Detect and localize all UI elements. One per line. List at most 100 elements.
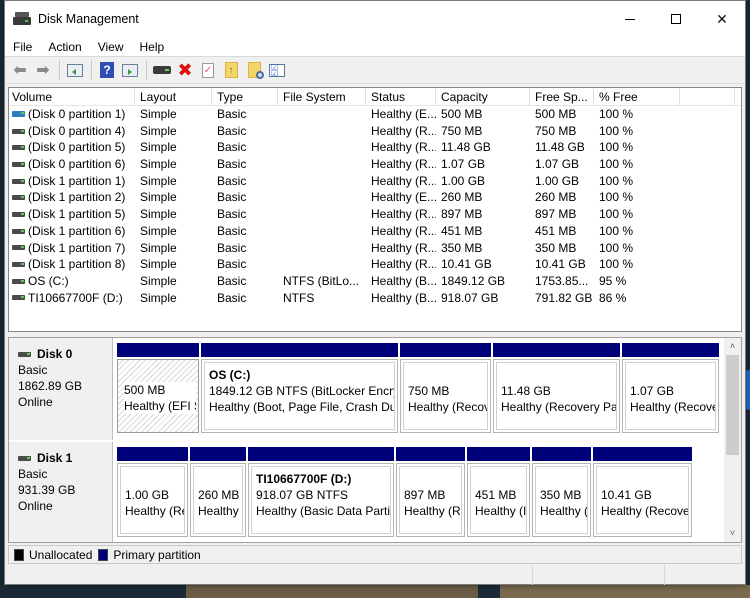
partition-block[interactable]: TI10667700F (D:) 918.07 GB NTFS Healthy … [248, 447, 394, 537]
title-bar: Disk Management ✕ [5, 1, 745, 37]
menu-view[interactable]: View [90, 40, 132, 54]
cell-percent-free: 100 % [599, 190, 634, 205]
cell-percent-free: 100 % [599, 107, 634, 121]
primary-partition-bar [201, 343, 398, 357]
help-button[interactable]: ? [96, 59, 118, 81]
menu-action[interactable]: Action [40, 40, 89, 54]
volume-icon [12, 295, 25, 301]
partition-status: Healthy (Recove [601, 504, 689, 518]
partition-block[interactable]: 1.00 GB Healthy (Re [117, 447, 188, 537]
cell-capacity: 918.07 GB [441, 290, 499, 305]
cell-type: Basic [217, 107, 247, 121]
volume-row[interactable]: (Disk 1 partition 2) Simple Basic Healthy (… [9, 189, 741, 206]
scroll-down-icon[interactable]: ˅ [724, 525, 741, 542]
partition-size: 500 MB [124, 382, 196, 398]
partition-body: 1.07 GB Healthy (Recove [622, 359, 719, 433]
partition-block[interactable]: 1.07 GB Healthy (Recove [622, 343, 719, 433]
show-hide-console-tree-button[interactable] [64, 59, 86, 81]
cell-layout: Simple [140, 240, 177, 255]
column-header-file-system[interactable]: File System [278, 88, 366, 105]
disk-name: Disk 1 [37, 451, 73, 465]
menu-file[interactable]: File [5, 40, 40, 54]
volume-row[interactable]: (Disk 0 partition 4) Simple Basic Healthy (… [9, 123, 741, 140]
volume-row[interactable]: (Disk 0 partition 5) Simple Basic Healthy (… [9, 139, 741, 156]
volume-icon [12, 262, 25, 268]
column-header-free-space[interactable]: Free Sp... [530, 88, 594, 105]
partition-body: 1.00 GB Healthy (Re [117, 463, 188, 537]
cell-capacity: 897 MB [441, 207, 483, 222]
volume-row[interactable]: (Disk 1 partition 6) Simple Basic Healthy (… [9, 223, 741, 240]
partition-block[interactable]: 10.41 GB Healthy (Recove [593, 447, 692, 537]
volume-row[interactable]: OS (C:) Simple Basic NTFS (BitLo... Healthy … [9, 273, 741, 290]
connect-virtual-disk-button[interactable] [151, 59, 173, 81]
volume-row[interactable]: (Disk 1 partition 7) Simple Basic Healthy (… [9, 240, 741, 257]
cell-capacity: 1.07 GB [441, 157, 486, 172]
maximize-icon [671, 14, 681, 24]
primary-partition-bar [493, 343, 620, 357]
minimize-button[interactable] [607, 1, 653, 37]
volume-row[interactable]: TI10667700F (D:) Simple Basic NTFS Healthy (… [9, 290, 741, 307]
cell-file-system: NTFS [283, 290, 315, 305]
cell-capacity: 350 MB [441, 240, 483, 255]
column-header-percent-free[interactable]: % Free [594, 88, 680, 105]
disk-state: Online [18, 395, 53, 409]
volume-row[interactable]: (Disk 0 partition 6) Simple Basic Healthy (… [9, 156, 741, 173]
column-header-status[interactable]: Status [366, 88, 436, 105]
toolbar: ⬅ ➡ ? ✖ ✓ ↑ ☑ ☑ [5, 57, 745, 84]
partition-label: TI10667700F (D:) [256, 472, 352, 486]
menu-help[interactable]: Help [132, 40, 173, 54]
legend-unallocated: Unallocated [29, 547, 93, 562]
partition-block[interactable]: 500 MB Healthy (EFI S [117, 343, 199, 433]
partition-block[interactable]: 11.48 GB Healthy (Recovery Par [493, 343, 620, 433]
folder-up-icon: ↑ [224, 62, 238, 78]
delete-button[interactable]: ✖ [174, 59, 196, 81]
cell-file-system [278, 189, 366, 206]
scrollbar-thumb[interactable] [726, 355, 739, 455]
column-header-type[interactable]: Type [212, 88, 278, 105]
cell-layout: Simple [140, 257, 177, 272]
partition-block[interactable]: 897 MB Healthy (Re [396, 447, 465, 537]
properties-button[interactable]: ✓ [197, 59, 219, 81]
partition-block[interactable]: 350 MB Healthy ( [532, 447, 591, 537]
cell-capacity: 11.48 GB [441, 140, 491, 155]
partition-body: OS (C:) 1849.12 GB NTFS (BitLocker Encry… [201, 359, 398, 433]
settings-list-button[interactable]: ☑ ☑ [266, 59, 288, 81]
scroll-up-icon[interactable]: ˄ [724, 338, 741, 355]
back-button[interactable]: ⬅ [9, 59, 31, 81]
column-header-volume[interactable]: Volume [9, 88, 135, 105]
cell-free-space: 1.07 GB [535, 157, 580, 172]
cell-volume: (Disk 0 partition 1) [9, 106, 135, 123]
disk-row: Disk 1 Basic 931.39 GB Online 1.00 GB He… [9, 442, 723, 542]
cell-file-system: NTFS (BitLo... [283, 273, 360, 288]
maximize-button[interactable] [653, 1, 699, 37]
partition-block[interactable]: 750 MB Healthy (Recov [400, 343, 491, 433]
partition-block[interactable]: 260 MB Healthy [190, 447, 246, 537]
partition-details: 1.07 GB Healthy (Recove [625, 362, 716, 430]
vertical-scrollbar[interactable]: ˄ ˅ [724, 338, 741, 542]
column-header-capacity[interactable]: Capacity [436, 88, 530, 105]
forward-button[interactable]: ➡ [32, 59, 54, 81]
volume-row[interactable]: (Disk 1 partition 1) Simple Basic Healthy (… [9, 173, 741, 190]
close-button[interactable]: ✕ [699, 1, 745, 37]
partition-details: 350 MB Healthy ( [535, 466, 588, 534]
primary-partition-swatch [98, 548, 109, 561]
disk-info[interactable]: Disk 1 Basic 931.39 GB Online [9, 442, 113, 542]
disk-info[interactable]: Disk 0 Basic 1862.89 GB Online [9, 338, 113, 440]
volume-row[interactable]: (Disk 1 partition 5) Simple Basic Healthy (… [9, 206, 741, 223]
cell-capacity: 500 MB [441, 107, 483, 121]
disk-size: 931.39 GB [18, 483, 76, 497]
column-header-layout[interactable]: Layout [135, 88, 212, 105]
back-arrow-icon: ⬅ [13, 62, 27, 79]
partition-block[interactable]: OS (C:) 1849.12 GB NTFS (BitLocker Encry… [201, 343, 398, 433]
checklist-icon: ☑ ☑ [269, 63, 285, 77]
open-button[interactable]: ↑ [220, 59, 242, 81]
volume-row[interactable]: (Disk 0 partition 1) Simple Basic Healthy (… [9, 106, 741, 123]
partition-size: 350 MB [540, 488, 582, 502]
partition-block[interactable]: 451 MB Healthy (I [467, 447, 530, 537]
cell-free-space: 750 MB [535, 123, 577, 138]
status-bar-cell [5, 565, 533, 585]
toolbar-separator [91, 60, 92, 80]
show-hide-action-pane-button[interactable] [119, 59, 141, 81]
explore-button[interactable] [243, 59, 265, 81]
volume-row[interactable]: (Disk 1 partition 8) Simple Basic Healthy (… [9, 256, 741, 273]
